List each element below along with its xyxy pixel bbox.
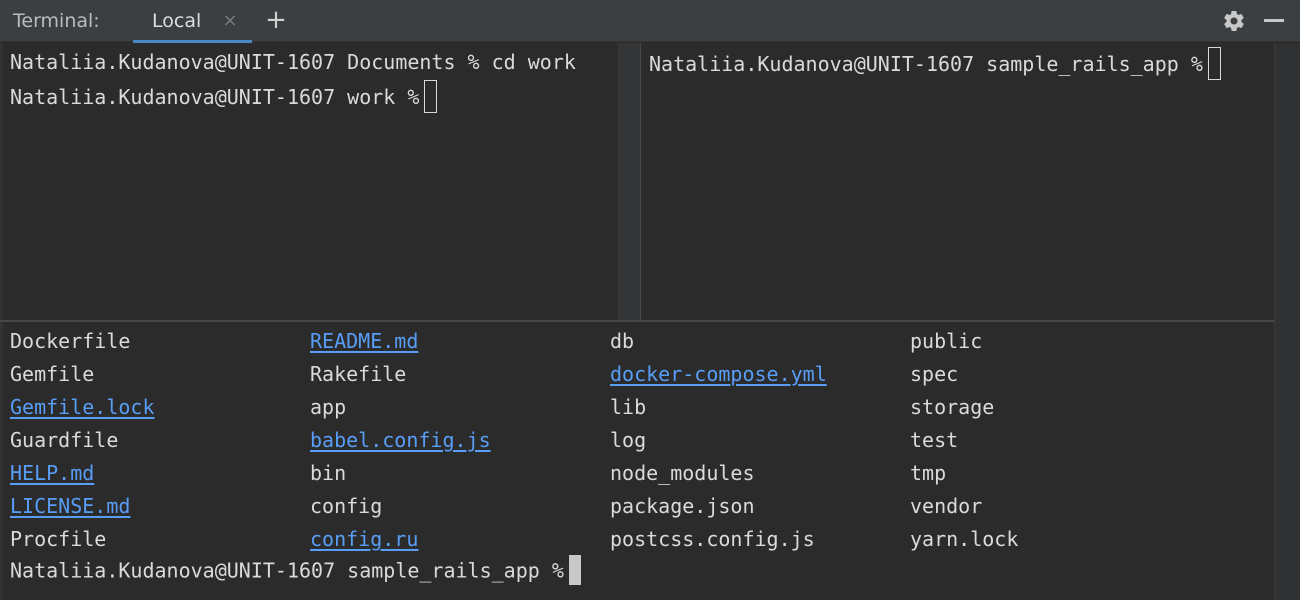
terminal-cursor — [424, 80, 438, 113]
file-entry: test — [910, 428, 959, 452]
output-line: Nataliia.Kudanova@UNIT-1607 Documents % … — [10, 50, 576, 74]
file-entry: Rakefile — [310, 362, 407, 386]
terminal-window: Terminal: Local × + Nataliia.Kudanova@UN… — [0, 0, 1300, 600]
file-link[interactable]: config.ru — [310, 526, 418, 552]
file-link[interactable]: README.md — [310, 328, 418, 354]
terminal-pane-bottom[interactable]: Dockerfile Gemfile Gemfile.lock Guardfile HE… — [0, 322, 1274, 600]
pane-scrollbar-track[interactable] — [618, 43, 640, 320]
toolbar-title: Terminal: — [13, 10, 100, 32]
gear-icon[interactable] — [1222, 9, 1246, 33]
terminal-pane-top-left[interactable]: Nataliia.Kudanova@UNIT-1607 Documents % … — [0, 43, 618, 320]
file-entry: Dockerfile — [10, 329, 131, 353]
vertical-splitter[interactable] — [618, 43, 641, 320]
prompt-line: Nataliia.Kudanova@UNIT-1607 sample_rails… — [10, 555, 581, 587]
file-entry: Gemfile — [10, 362, 95, 386]
file-entry: spec — [910, 362, 959, 386]
file-entry: yarn.lock — [910, 527, 1019, 551]
prompt-line: Nataliia.Kudanova@UNIT-1607 sample_rails… — [649, 47, 1221, 82]
file-entry: app — [310, 395, 347, 419]
file-link[interactable]: babel.config.js — [310, 427, 491, 453]
tab-label: Local — [152, 10, 202, 32]
minimize-icon — [1264, 19, 1284, 22]
scrollbar[interactable] — [1274, 43, 1300, 600]
file-entry: config — [310, 494, 383, 518]
file-entry: bin — [310, 461, 347, 485]
file-entry: storage — [910, 395, 995, 419]
terminal-pane-top-right[interactable]: Nataliia.Kudanova@UNIT-1607 sample_rails… — [641, 43, 1274, 320]
tab-local[interactable]: Local × — [133, 0, 252, 43]
file-entry: lib — [610, 395, 647, 419]
file-entry: Guardfile — [10, 428, 119, 452]
terminal-toolbar: Terminal: Local × + — [0, 0, 1300, 43]
file-entry: public — [910, 329, 983, 353]
prompt-line: Nataliia.Kudanova@UNIT-1607 work % — [10, 80, 438, 115]
file-link[interactable]: docker-compose.yml — [610, 361, 827, 387]
file-entry: postcss.config.js — [610, 527, 815, 551]
file-entry: vendor — [910, 494, 983, 518]
close-icon[interactable]: × — [221, 11, 239, 31]
file-entry: db — [610, 329, 635, 353]
file-entry: node_modules — [610, 461, 755, 485]
minimize-button[interactable] — [1260, 8, 1288, 34]
file-entry: Procfile — [10, 527, 107, 551]
file-entry: log — [610, 428, 647, 452]
file-link[interactable]: LICENSE.md — [10, 493, 130, 519]
file-link[interactable]: HELP.md — [10, 460, 94, 486]
add-tab-button[interactable]: + — [264, 7, 288, 33]
terminal-cursor — [568, 555, 581, 585]
terminal-cursor — [1207, 47, 1221, 80]
file-entry: package.json — [610, 494, 755, 518]
file-link[interactable]: Gemfile.lock — [10, 394, 155, 420]
file-entry: tmp — [910, 461, 947, 485]
